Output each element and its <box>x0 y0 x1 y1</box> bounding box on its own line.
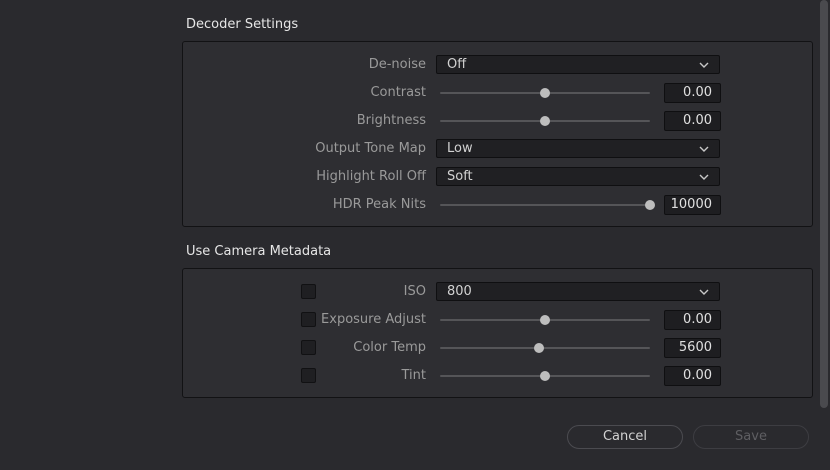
exposure-adjust-slider-thumb[interactable] <box>540 315 550 325</box>
color-temp-slider[interactable] <box>440 338 650 358</box>
exposure-adjust-label: Exposure Adjust <box>321 312 426 327</box>
cancel-button[interactable]: Cancel <box>567 425 683 449</box>
de-noise-value: Off <box>447 57 467 72</box>
chevron-down-icon <box>699 146 709 152</box>
setting-row-hdr-peak-nits: HDR Peak Nits 10000 <box>183 195 812 215</box>
tint-value-field[interactable]: 0.00 <box>664 366 721 386</box>
iso-label: ISO <box>403 284 426 299</box>
setting-row-output-tone-map: Output Tone Map Low <box>183 139 812 159</box>
setting-row-highlight-roll-off: Highlight Roll Off Soft <box>183 167 812 187</box>
highlight-roll-off-dropdown[interactable]: Soft <box>436 167 720 186</box>
exposure-adjust-checkbox[interactable] <box>301 312 316 327</box>
contrast-slider[interactable] <box>440 83 650 103</box>
setting-row-exposure-adjust: Exposure Adjust 0.00 <box>183 310 812 330</box>
color-temp-value-field[interactable]: 5600 <box>664 338 721 358</box>
color-temp-label: Color Temp <box>353 340 426 355</box>
camera-metadata-panel: ISO 800 Exposure Adjust 0.00 Color Temp … <box>182 268 813 398</box>
tint-slider-thumb[interactable] <box>540 371 550 381</box>
color-temp-checkbox[interactable] <box>301 340 316 355</box>
hdr-peak-nits-slider-track <box>440 204 650 206</box>
setting-row-de-noise: De-noise Off <box>183 55 812 75</box>
de-noise-dropdown[interactable]: Off <box>436 55 720 74</box>
exposure-adjust-value-field[interactable]: 0.00 <box>664 310 721 330</box>
setting-row-tint: Tint 0.00 <box>183 366 812 386</box>
exposure-adjust-slider[interactable] <box>440 310 650 330</box>
chevron-down-icon <box>699 62 709 68</box>
output-tone-map-label: Output Tone Map <box>315 141 426 156</box>
tint-slider[interactable] <box>440 366 650 386</box>
contrast-value-field[interactable]: 0.00 <box>664 83 721 103</box>
hdr-peak-nits-slider[interactable] <box>440 195 655 215</box>
decoder-panel: De-noise Off Contrast 0.00 Brightness 0.… <box>182 41 813 227</box>
highlight-roll-off-value: Soft <box>447 169 473 184</box>
output-tone-map-value: Low <box>447 141 473 156</box>
section-title-camera-metadata: Use Camera Metadata <box>186 244 332 259</box>
chevron-down-icon <box>699 289 709 295</box>
brightness-label: Brightness <box>356 113 426 128</box>
setting-row-iso: ISO 800 <box>183 282 812 302</box>
tint-checkbox[interactable] <box>301 368 316 383</box>
setting-row-contrast: Contrast 0.00 <box>183 83 812 103</box>
de-noise-label: De-noise <box>368 57 426 72</box>
iso-checkbox[interactable] <box>301 284 316 299</box>
hdr-peak-nits-label: HDR Peak Nits <box>332 197 426 212</box>
highlight-roll-off-label: Highlight Roll Off <box>316 169 426 184</box>
setting-row-color-temp: Color Temp 5600 <box>183 338 812 358</box>
brightness-slider[interactable] <box>440 111 650 131</box>
iso-value: 800 <box>447 284 472 299</box>
color-temp-slider-thumb[interactable] <box>533 343 544 353</box>
save-button[interactable]: Save <box>693 425 809 449</box>
color-temp-slider-track <box>440 347 650 349</box>
iso-dropdown[interactable]: 800 <box>436 282 720 301</box>
hdr-peak-nits-value-field[interactable]: 10000 <box>664 195 721 215</box>
contrast-label: Contrast <box>370 85 426 100</box>
setting-row-brightness: Brightness 0.00 <box>183 111 812 131</box>
section-title-decoder: Decoder Settings <box>186 17 299 32</box>
contrast-slider-thumb[interactable] <box>540 88 550 98</box>
brightness-value-field[interactable]: 0.00 <box>664 111 721 131</box>
tint-label: Tint <box>401 368 427 383</box>
hdr-peak-nits-slider-thumb[interactable] <box>645 200 655 210</box>
chevron-down-icon <box>699 174 709 180</box>
vertical-scrollbar[interactable] <box>820 0 828 408</box>
brightness-slider-thumb[interactable] <box>540 116 550 126</box>
output-tone-map-dropdown[interactable]: Low <box>436 139 720 158</box>
